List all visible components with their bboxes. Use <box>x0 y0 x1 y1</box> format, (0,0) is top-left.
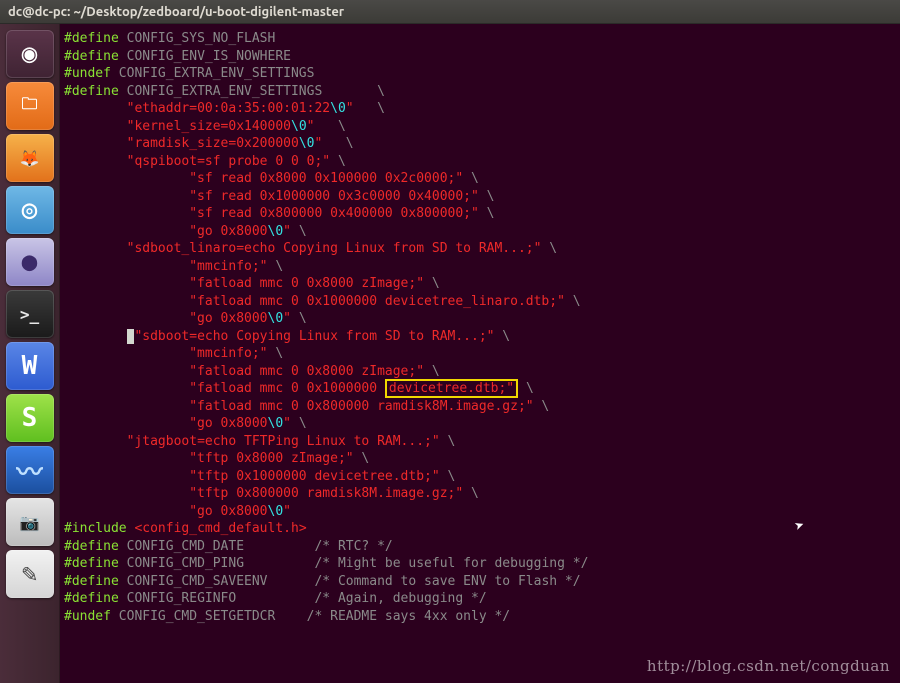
code-line: "go 0x8000\0" <box>64 503 896 521</box>
code-line: "go 0x8000\0" \ <box>64 223 896 241</box>
code-line: #define CONFIG_SYS_NO_FLASH <box>64 30 896 48</box>
screenshot-icon[interactable]: 📷 <box>6 498 54 546</box>
code-line: "mmcinfo;" \ <box>64 258 896 276</box>
code-line: #define CONFIG_CMD_PING /* Might be usef… <box>64 555 896 573</box>
code-line: "go 0x8000\0" \ <box>64 415 896 433</box>
code-line: "kernel_size=0x140000\0" \ <box>64 118 896 136</box>
code-line: #define CONFIG_CMD_DATE /* RTC? */ <box>64 538 896 556</box>
code-line: "sf read 0x8000 0x100000 0x2c0000;" \ <box>64 170 896 188</box>
files-icon[interactable]: 🗀 <box>6 82 54 130</box>
code-line: "qspiboot=sf probe 0 0 0;" \ <box>64 153 896 171</box>
wireshark-icon[interactable]: 〰 <box>6 446 54 494</box>
code-line: #define CONFIG_CMD_SAVEENV /* Command to… <box>64 573 896 591</box>
chromium-icon[interactable]: ◎ <box>6 186 54 234</box>
code-line: #define CONFIG_ENV_IS_NOWHERE <box>64 48 896 66</box>
code-line: #undef CONFIG_EXTRA_ENV_SETTINGS <box>64 65 896 83</box>
code-line: #include <config_cmd_default.h> <box>64 520 896 538</box>
code-line: "tftp 0x800000 ramdisk8M.image.gz;" \ <box>64 485 896 503</box>
unity-launcher: ◉🗀🦊◎●>_WS〰📷✎ <box>0 24 60 683</box>
code-line: "jtagboot=echo TFTPing Linux to RAM...;"… <box>64 433 896 451</box>
terminal-icon[interactable]: >_ <box>6 290 54 338</box>
terminal-viewport[interactable]: #define CONFIG_SYS_NO_FLASH#define CONFI… <box>60 24 900 683</box>
window-titlebar[interactable]: dc@dc-pc: ~/Desktop/zedboard/u-boot-digi… <box>0 0 900 24</box>
code-line: "sf read 0x1000000 0x3c0000 0x40000;" \ <box>64 188 896 206</box>
code-line: "fatload mmc 0 0x8000 zImage;" \ <box>64 363 896 381</box>
eclipse-icon[interactable]: ● <box>6 238 54 286</box>
code-line: "tftp 0x1000000 devicetree.dtb;" \ <box>64 468 896 486</box>
code-line: "fatload mmc 0 0x800000 ramdisk8M.image.… <box>64 398 896 416</box>
code-line: #undef CONFIG_CMD_SETGETDCR /* README sa… <box>64 608 896 626</box>
ubuntu-dash-icon[interactable]: ◉ <box>6 30 54 78</box>
code-line: "ethaddr=00:0a:35:00:01:22\0" \ <box>64 100 896 118</box>
code-line: "tftp 0x8000 zImage;" \ <box>64 450 896 468</box>
code-line: "fatload mmc 0 0x8000 zImage;" \ <box>64 275 896 293</box>
code-line: #define CONFIG_EXTRA_ENV_SETTINGS \ <box>64 83 896 101</box>
code-line: "sdboot=echo Copying Linux from SD to RA… <box>64 328 896 346</box>
code-line: "ramdisk_size=0x200000\0" \ <box>64 135 896 153</box>
code-line: "mmcinfo;" \ <box>64 345 896 363</box>
wps-spreadsheet-icon[interactable]: S <box>6 394 54 442</box>
highlighted-token: devicetree.dtb;" <box>385 379 518 398</box>
firefox-icon[interactable]: 🦊 <box>6 134 54 182</box>
wps-writer-icon[interactable]: W <box>6 342 54 390</box>
code-line: "sf read 0x800000 0x400000 0x800000;" \ <box>64 205 896 223</box>
code-line: "fatload mmc 0 0x1000000 devicetree_lina… <box>64 293 896 311</box>
code-line: "go 0x8000\0" \ <box>64 310 896 328</box>
code-line: "fatload mmc 0 0x1000000 devicetree.dtb;… <box>64 380 896 398</box>
code-line: "sdboot_linaro=echo Copying Linux from S… <box>64 240 896 258</box>
text-editor-icon[interactable]: ✎ <box>6 550 54 598</box>
window-title: dc@dc-pc: ~/Desktop/zedboard/u-boot-digi… <box>8 5 344 19</box>
code-line: #define CONFIG_REGINFO /* Again, debuggi… <box>64 590 896 608</box>
